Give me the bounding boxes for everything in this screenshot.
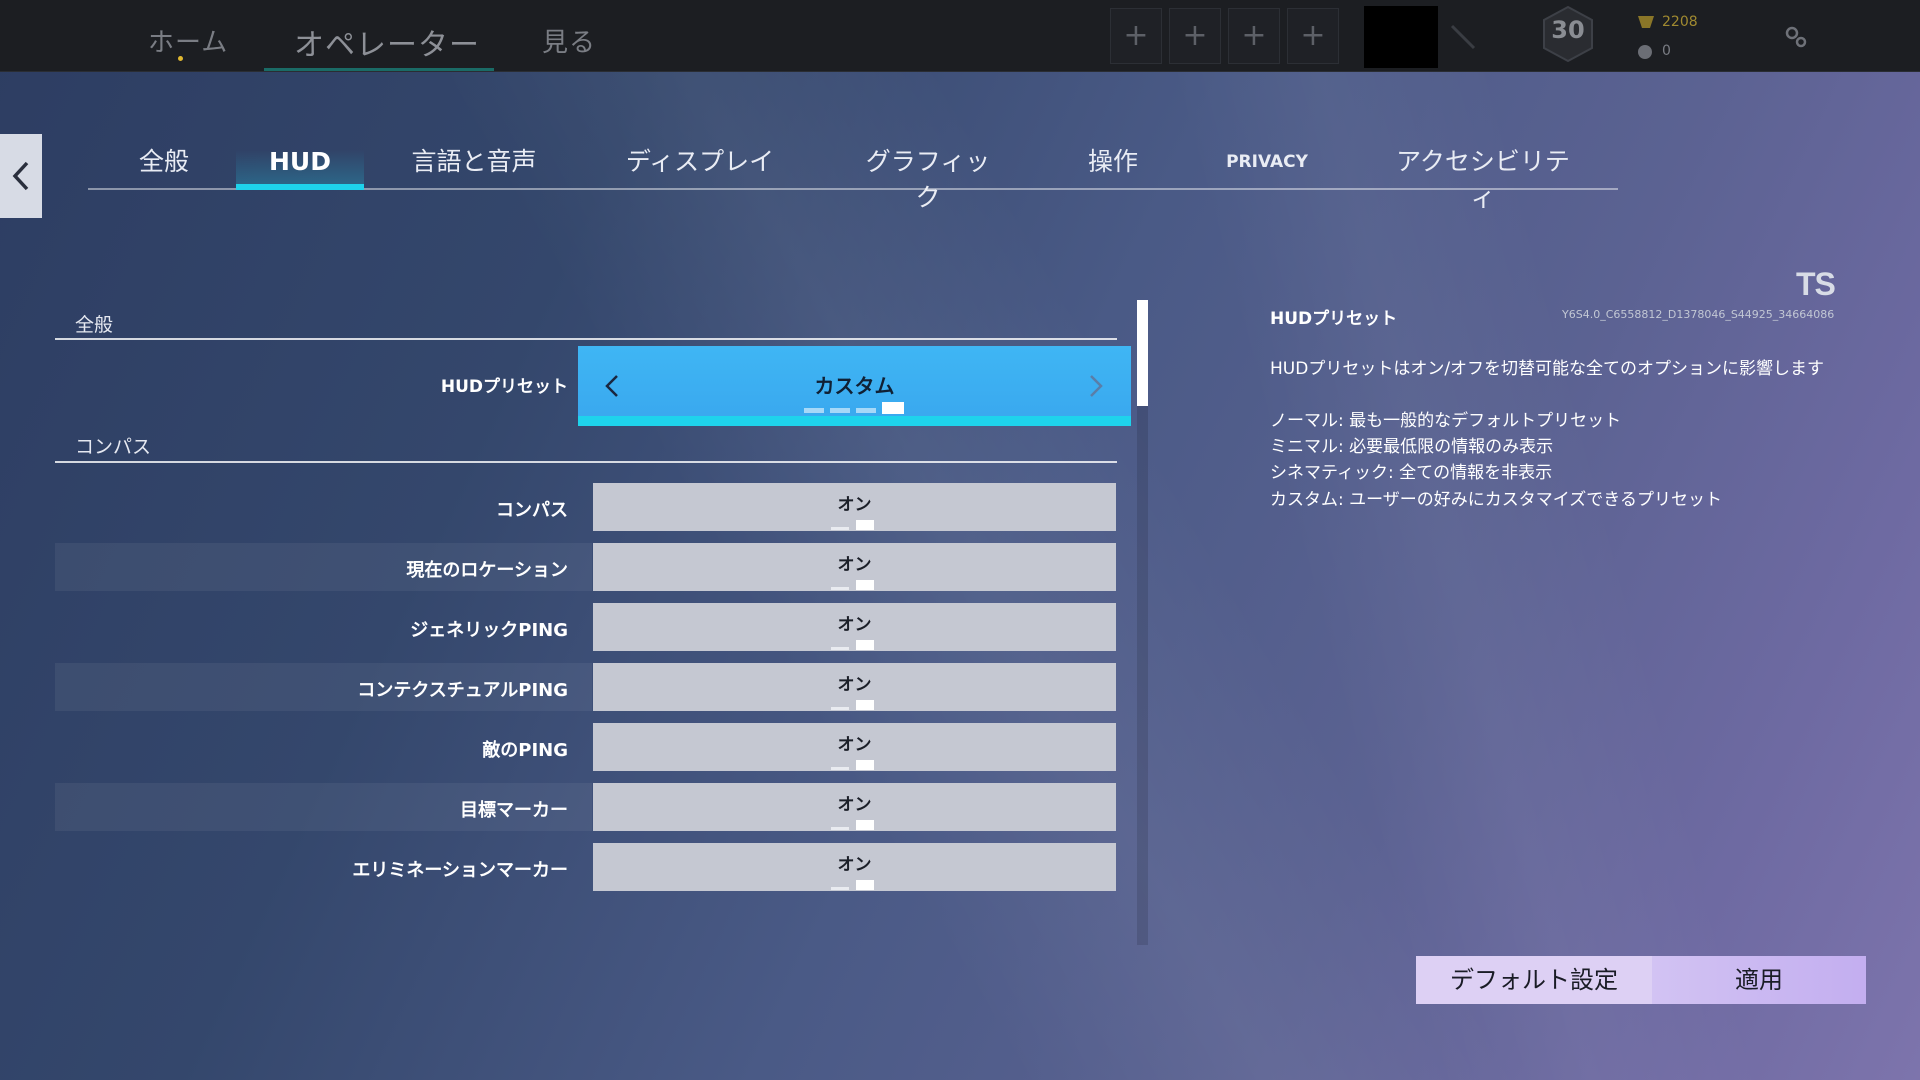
- player-avatar[interactable]: [1364, 6, 1438, 68]
- info-title: HUDプリセット: [1270, 309, 1398, 329]
- setting-value: オン: [837, 675, 872, 695]
- section-title-compass: コンパス: [75, 436, 152, 458]
- toggle-indicator-on: [856, 700, 874, 710]
- player-level: 30: [1551, 16, 1585, 44]
- nav-operators[interactable]: オペレーター: [294, 20, 480, 64]
- setting-label: 敵のPING: [482, 740, 568, 761]
- tab-graphics[interactable]: グラフィック: [856, 144, 1000, 212]
- toggle-indicator-off: [831, 887, 849, 890]
- section-divider: [55, 338, 1117, 340]
- active-tab-indicator: [236, 184, 364, 190]
- top-navigation-bar: ホーム オペレーター 見る + + + + 30 2208 0: [0, 0, 1920, 72]
- toggle-indicator-off: [831, 827, 849, 830]
- tab-privacy[interactable]: PRIVACY: [1222, 144, 1312, 188]
- setting-value: オン: [837, 735, 872, 755]
- info-line: シネマティック: 全ての情報を非表示: [1270, 463, 1553, 483]
- toggle-indicator-off: [831, 707, 849, 710]
- chevron-right-icon[interactable]: [1084, 372, 1108, 400]
- toggle-indicator-off: [831, 587, 849, 590]
- toggle-indicator-on: [856, 760, 874, 770]
- toggle-indicator-off: [831, 647, 849, 650]
- ts-logo: TS: [1796, 266, 1836, 302]
- preset-page-dot: [830, 408, 850, 413]
- info-line: ミニマル: 必要最低限の情報のみ表示: [1270, 437, 1554, 457]
- squad-slot-add-button[interactable]: +: [1169, 8, 1221, 64]
- info-description: HUDプリセットはオン/オフを切替可能な全てのオプションに影響します: [1270, 359, 1825, 379]
- notification-dot: [178, 56, 183, 61]
- credits-currency-icon: [1638, 45, 1652, 59]
- tab-accessibility[interactable]: アクセシビリティ: [1388, 144, 1578, 212]
- setting-value: オン: [837, 615, 872, 635]
- info-line: ノーマル: 最も一般的なデフォルトプリセット: [1270, 411, 1622, 431]
- toggle-indicator-off: [831, 767, 849, 770]
- gear-icon[interactable]: [1780, 22, 1810, 52]
- tab-hud[interactable]: HUD: [236, 144, 364, 188]
- nav-home[interactable]: ホーム: [148, 22, 228, 59]
- setting-label: ジェネリックPING: [410, 620, 568, 641]
- chevron-left-icon: [12, 161, 29, 191]
- squad-slot-add-button[interactable]: +: [1110, 8, 1162, 64]
- toggle-indicator-on: [856, 580, 874, 590]
- tab-general[interactable]: 全般: [126, 144, 202, 188]
- toggle-indicator-on: [856, 880, 874, 890]
- setting-value: オン: [837, 555, 872, 575]
- player-banner-icon: [1450, 24, 1476, 50]
- hud-preset-label: HUDプリセット: [440, 377, 568, 397]
- section-divider: [55, 461, 1117, 463]
- section-title-general: 全般: [75, 314, 114, 336]
- back-button[interactable]: [0, 134, 42, 218]
- setting-value: オン: [837, 795, 872, 815]
- setting-label: 目標マーカー: [460, 800, 568, 821]
- restore-defaults-button[interactable]: デフォルト設定: [1416, 956, 1652, 1004]
- nav-watch[interactable]: 見る: [542, 22, 596, 59]
- hud-preset-value: カスタム: [814, 374, 895, 398]
- toggle-indicator-on: [856, 820, 874, 830]
- scrollbar-thumb[interactable]: [1137, 300, 1148, 406]
- setting-label: コンテクスチュアルPING: [357, 680, 568, 701]
- preset-page-dot: [856, 408, 876, 413]
- toggle-indicator-off: [831, 527, 849, 530]
- nav-active-indicator: [264, 68, 494, 71]
- tab-display[interactable]: ディスプレイ: [620, 144, 780, 188]
- setting-value: オン: [837, 855, 872, 875]
- setting-label: コンパス: [496, 500, 568, 521]
- renown-amount: 2208: [1662, 14, 1698, 30]
- preset-page-dot-active: [882, 402, 904, 414]
- setting-label: エリミネーションマーカー: [352, 860, 568, 881]
- renown-currency-icon: [1638, 16, 1654, 28]
- setting-value: オン: [837, 495, 872, 515]
- info-line: カスタム: ユーザーの好みにカスタマイズできるプリセット: [1270, 490, 1722, 510]
- build-version: Y6S4.0_C6558812_D1378046_S44925_34664086: [1562, 308, 1835, 321]
- apply-button[interactable]: 適用: [1652, 956, 1866, 1004]
- squad-slot-add-button[interactable]: +: [1228, 8, 1280, 64]
- preset-page-dot: [804, 408, 824, 413]
- tab-controls[interactable]: 操作: [1078, 144, 1148, 188]
- toggle-indicator-on: [856, 640, 874, 650]
- squad-slot-add-button[interactable]: +: [1287, 8, 1339, 64]
- toggle-indicator-on: [856, 520, 874, 530]
- tab-language-audio[interactable]: 言語と音声: [402, 144, 546, 188]
- credits-amount: 0: [1662, 43, 1671, 59]
- setting-label: 現在のロケーション: [406, 560, 568, 581]
- hud-preset-focus-bar: [578, 416, 1131, 426]
